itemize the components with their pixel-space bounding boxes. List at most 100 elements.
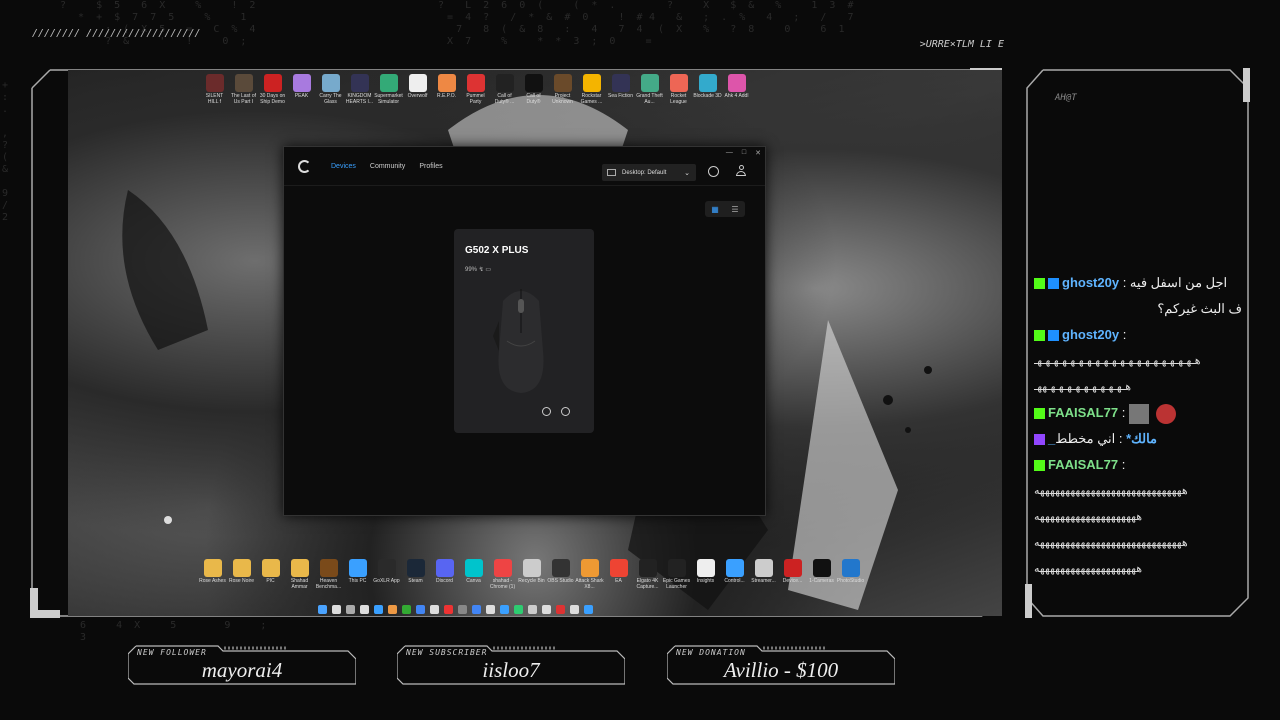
desktop-icon[interactable]: Call of Duty® <box>519 72 548 105</box>
chat-username[interactable]: FAAISAL77 <box>1048 457 1118 472</box>
desktop-icon-label: This PC <box>348 578 367 584</box>
desktop-icon[interactable]: Supermarket Simulator <box>374 72 403 105</box>
device-card[interactable]: G502 X PLUS 99% ↯ ▭ <box>454 229 594 433</box>
app-icon <box>667 559 686 577</box>
desktop-icon[interactable]: Epic Games Launcher <box>662 557 691 590</box>
close-button[interactable]: ✕ <box>755 149 761 157</box>
app-icon <box>377 559 396 577</box>
chat-username[interactable]: ghost20y <box>1062 327 1119 342</box>
desktop-icon[interactable]: OBS Studio <box>546 557 575 590</box>
app-icon <box>783 559 802 577</box>
desktop-icon[interactable]: Elgato 4K Capture... <box>633 557 662 590</box>
taskbar-app-icon[interactable] <box>332 604 341 614</box>
desktop-icon[interactable]: R.E.P.O. <box>432 72 461 105</box>
desktop-icon[interactable]: PEAK <box>287 72 316 105</box>
desktop-icon[interactable]: Steam <box>401 557 430 590</box>
app-icon <box>696 559 715 577</box>
code-rain-left: ? $ 5 6 X % ! 2 * + $ 7 7 5 % 1 . ; ( X … <box>60 0 259 47</box>
lighting-icon[interactable] <box>542 407 551 416</box>
chat-username[interactable]: FAAISAL77 <box>1048 405 1118 420</box>
desktop-icon-label: Overwolf <box>407 93 428 99</box>
desktop-icon[interactable]: Overwolf <box>403 72 432 105</box>
settings-icon[interactable] <box>561 407 570 416</box>
desktop-icon-label: EA <box>615 578 622 584</box>
desktop-icon[interactable]: Blockade 3D <box>693 72 722 105</box>
tab-devices[interactable]: Devices <box>331 163 356 170</box>
desktop-icon[interactable]: 30 Days on Ship Demo <box>258 72 287 105</box>
taskbar-app-icon[interactable] <box>486 604 495 614</box>
desktop-icon[interactable]: EA <box>604 557 633 590</box>
taskbar-app-icon[interactable] <box>346 604 355 614</box>
desktop-icon[interactable]: Recycle Bin <box>517 557 546 590</box>
desktop-icon[interactable]: Heaven Benchma... <box>314 557 343 590</box>
app-icon <box>203 559 222 577</box>
taskbar-app-icon[interactable] <box>472 604 481 614</box>
desktop-icon-label: Device... <box>782 578 803 584</box>
desktop-icon[interactable]: Rose Noire <box>227 557 256 590</box>
desktop-icon[interactable]: KINGDOM HEARTS I... <box>345 72 374 105</box>
app-icon <box>466 74 485 92</box>
desktop-icon[interactable]: Device... <box>778 557 807 590</box>
desktop-icon[interactable]: shahad - Chrome (1) <box>488 557 517 590</box>
maximize-button[interactable]: □ <box>742 149 746 157</box>
desktop-icon[interactable]: Shahad Ammar <box>285 557 314 590</box>
desktop-icon[interactable]: Carry The Glass <box>316 72 345 105</box>
desktop-icon[interactable]: This PC <box>343 557 372 590</box>
profile-selector[interactable]: Desktop: Default ⌄ <box>602 164 696 181</box>
desktop-icon[interactable]: Rose Ashes <box>198 557 227 590</box>
taskbar-app-icon[interactable] <box>584 604 593 614</box>
desktop-icon[interactable]: PhotoStudio <box>836 557 865 590</box>
desktop-icon[interactable]: Control... <box>720 557 749 590</box>
desktop-icon[interactable]: Sea Fiction <box>606 72 635 105</box>
desktop-icon[interactable]: Ahk 4 Addl <box>722 72 751 105</box>
account-icon[interactable] <box>736 165 746 177</box>
taskbar-app-icon[interactable] <box>458 604 467 614</box>
desktop-icon[interactable]: Rocket League <box>664 72 693 105</box>
desktop-icon-label: Attack Shark X8... <box>575 578 604 590</box>
list-view-icon[interactable]: ☰ <box>725 201 745 217</box>
taskbar-app-icon[interactable] <box>402 604 411 614</box>
chat-username[interactable]: ghost20y <box>1062 275 1119 290</box>
taskbar-app-icon[interactable] <box>374 604 383 614</box>
desktop-icon[interactable]: Canva <box>459 557 488 590</box>
desktop-icon[interactable]: Streamer... <box>749 557 778 590</box>
taskbar-app-icon[interactable] <box>570 604 579 614</box>
taskbar-app-icon[interactable] <box>556 604 565 614</box>
desktop-icon[interactable]: Pummel Party <box>461 72 490 105</box>
tab-profiles[interactable]: Profiles <box>419 163 442 170</box>
desktop-icon[interactable]: GoXLR App <box>372 557 401 590</box>
minimize-button[interactable]: — <box>726 149 733 157</box>
taskbar-app-icon[interactable] <box>318 604 327 614</box>
taskbar-app-icon[interactable] <box>388 604 397 614</box>
desktop-icon[interactable]: The Last of Us Part I <box>229 72 258 105</box>
desktop-icon-label: Ahk 4 Addl <box>724 93 749 99</box>
code-rain-center: ? L 2 6 0 ( ( * . = 4 ? / * & # 0 ! # 7 … <box>438 0 655 47</box>
taskbar-app-icon[interactable] <box>360 604 369 614</box>
tab-community[interactable]: Community <box>370 163 405 170</box>
taskbar-app-icon[interactable] <box>542 604 551 614</box>
desktop-icon-label: Call of Duty® ... <box>494 93 515 105</box>
desktop-icon[interactable]: Rockstar Games ... <box>577 72 606 105</box>
desktop-icon-label: Rose Ashes <box>199 578 226 584</box>
moderator-badge-icon <box>1048 330 1059 342</box>
desktop-icon[interactable]: Project Unknown <box>548 72 577 105</box>
taskbar-app-icon[interactable] <box>514 604 523 614</box>
desktop-icon[interactable]: SILENT HILL f <box>200 72 229 105</box>
desktop-icon-label: Call of Duty® <box>526 93 541 105</box>
battery-level: 99% <box>465 267 478 273</box>
taskbar-app-icon[interactable] <box>528 604 537 614</box>
app-icon <box>638 559 657 577</box>
desktop-icon[interactable]: Call of Duty® ... <box>490 72 519 105</box>
taskbar-app-icon[interactable] <box>444 604 453 614</box>
desktop-icon[interactable]: Grand Theft Au... <box>635 72 664 105</box>
desktop-icon[interactable]: 1-Cameras <box>807 557 836 590</box>
desktop-icon[interactable]: PIC <box>256 557 285 590</box>
taskbar-app-icon[interactable] <box>500 604 509 614</box>
desktop-icon[interactable]: Insights <box>691 557 720 590</box>
grid-view-icon[interactable]: ▦ <box>705 201 725 217</box>
taskbar-app-icon[interactable] <box>416 604 425 614</box>
desktop-icon[interactable]: Discord <box>430 557 459 590</box>
settings-gear-icon[interactable] <box>708 166 719 177</box>
desktop-icon[interactable]: Attack Shark X8... <box>575 557 604 590</box>
taskbar-app-icon[interactable] <box>430 604 439 614</box>
